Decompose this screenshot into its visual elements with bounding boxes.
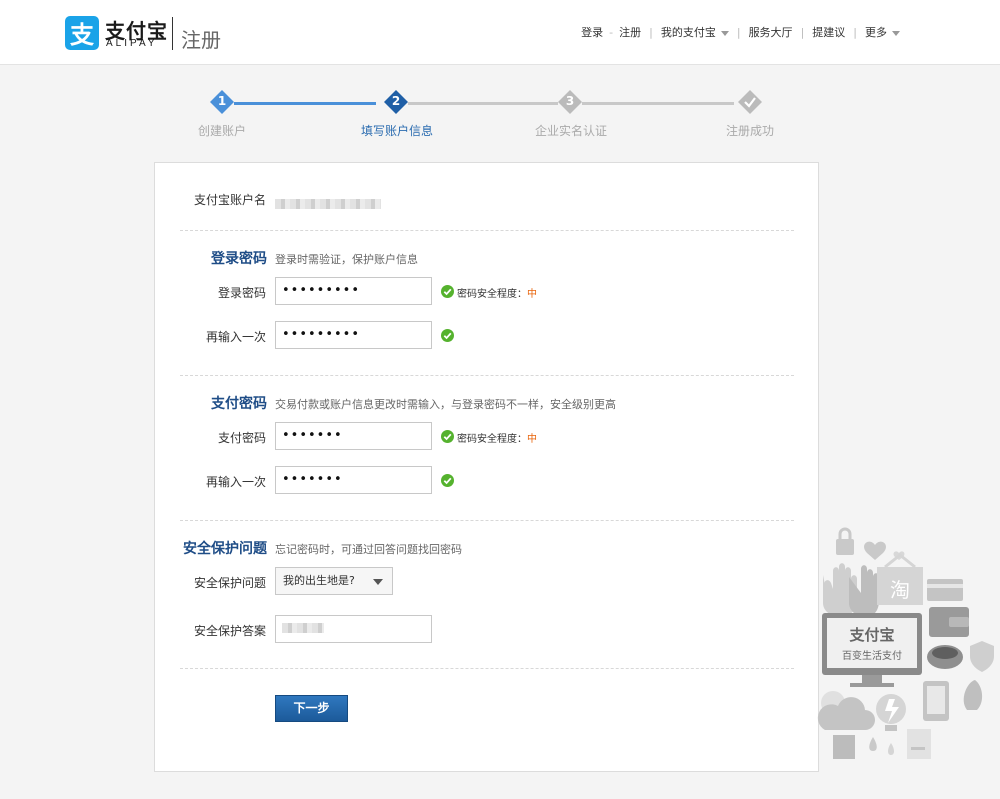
- step-2-number: 2: [391, 94, 401, 108]
- alipay-logo-icon[interactable]: 支: [65, 16, 99, 50]
- pay-password-strength: 密码安全程度：中: [457, 430, 537, 445]
- nav-my-alipay-label: 我的支付宝: [660, 26, 716, 39]
- promo-logo-text: 支付宝: [848, 626, 894, 644]
- tao-text: 淘: [890, 578, 910, 602]
- next-step-button[interactable]: 下一步: [275, 695, 348, 722]
- nav-separator: |: [800, 25, 805, 39]
- chevron-down-icon: [373, 579, 383, 585]
- section-divider: [180, 230, 794, 231]
- chevron-down-icon: [892, 30, 900, 36]
- checkmark-icon: [738, 90, 762, 114]
- pay-password-input[interactable]: •••••••: [275, 422, 432, 450]
- top-nav: 登录 - 注册 | 我的支付宝 | 服务大厅 | 提建议 | 更多: [581, 24, 900, 40]
- check-ok-icon: [441, 474, 454, 487]
- section-divider: [180, 375, 794, 376]
- strength-level: 中: [527, 289, 537, 300]
- strength-label: 密码安全程度：: [457, 289, 527, 300]
- pay-password-label: 支付密码: [217, 431, 266, 445]
- nav-login-link[interactable]: 登录: [581, 24, 603, 40]
- check-ok-icon: [441, 285, 454, 298]
- logo-divider: [172, 17, 173, 50]
- step-1-number: 1: [217, 94, 227, 108]
- section-divider: [180, 668, 794, 669]
- login-password-label: 登录密码: [217, 286, 266, 300]
- pay-password-hint: 交易付款或账户信息更改时需输入，与登录密码不一样，安全级别更高: [275, 398, 616, 411]
- nav-dot: -: [609, 25, 614, 39]
- check-ok-icon: [441, 329, 454, 342]
- login-password-confirm-label: 再输入一次: [205, 330, 266, 344]
- security-question-title: 安全保护问题: [183, 541, 267, 557]
- strength-label: 密码安全程度：: [457, 434, 527, 445]
- nav-more[interactable]: 更多: [865, 24, 900, 40]
- page-title: 注册: [181, 28, 221, 52]
- strength-level: 中: [527, 434, 537, 445]
- drop-icon: [888, 743, 894, 755]
- step-connector-todo: [582, 102, 734, 105]
- lock-icon: [836, 527, 854, 555]
- promo-illustration: 淘 支付宝 百变生活支付: [817, 527, 994, 759]
- leaf-icon: [963, 680, 983, 710]
- nav-separator: |: [736, 25, 741, 39]
- login-password-title: 登录密码: [211, 251, 267, 267]
- card-icon: [927, 579, 963, 601]
- login-password-strength: 密码安全程度：中: [457, 285, 537, 300]
- hand-icon: [849, 565, 879, 617]
- section-divider: [180, 520, 794, 521]
- progress-steps: 1 2 3 创建账户 填写账户信息 企业实名认证 注册成功: [0, 88, 1000, 148]
- shield-icon: [970, 641, 994, 672]
- nav-service-hall-link[interactable]: 服务大厅: [749, 24, 793, 40]
- step-1-node: 1: [210, 90, 234, 114]
- login-password-hint: 登录时需验证，保护账户信息: [275, 253, 418, 266]
- step-4-node: [738, 90, 762, 114]
- register-form: 支付宝账户名 登录密码 登录时需验证，保护账户信息 登录密码 •••••••••…: [154, 162, 819, 772]
- nav-separator: |: [853, 25, 857, 39]
- nav-more-label: 更多: [865, 26, 887, 39]
- security-question-hint: 忘记密码时，可通过回答问题找回密码: [275, 543, 462, 556]
- logo-en-text: ALIPAY: [106, 38, 158, 49]
- nav-separator: |: [649, 25, 653, 39]
- check-ok-icon: [441, 430, 454, 443]
- nav-suggest-link[interactable]: 提建议: [812, 24, 845, 40]
- nav-register-link[interactable]: 注册: [619, 24, 641, 40]
- step-2-label: 填写账户信息: [360, 124, 434, 138]
- security-question-value: 我的出生地是?: [283, 574, 355, 587]
- pay-password-confirm-input[interactable]: •••••••: [275, 466, 432, 494]
- chevron-down-icon: [720, 30, 729, 36]
- step-1-label: 创建账户: [197, 124, 247, 138]
- account-name-label: 支付宝账户名: [193, 193, 266, 207]
- step-2-node: 2: [384, 90, 408, 114]
- drop-icon: [869, 737, 877, 751]
- step-4-label: 注册成功: [725, 124, 775, 138]
- account-name-value: [275, 193, 381, 212]
- security-question-label: 安全保护问题: [193, 576, 266, 590]
- nav-my-alipay[interactable]: 我的支付宝: [661, 24, 729, 40]
- calendar-icon: [833, 735, 855, 759]
- security-question-select[interactable]: 我的出生地是?: [275, 567, 393, 595]
- step-3-node: 3: [558, 90, 582, 114]
- promo-tagline: 百变生活支付: [842, 649, 902, 662]
- svg-text:支: 支: [70, 21, 95, 49]
- login-password-input[interactable]: •••••••••: [275, 277, 432, 305]
- security-answer-input[interactable]: [275, 615, 432, 643]
- security-answer-label: 安全保护答案: [193, 624, 266, 638]
- header: 支 支付宝 ALIPAY 注册 登录 - 注册 | 我的支付宝 | 服务大厅 |…: [0, 0, 1000, 65]
- step-connector-todo: [408, 102, 558, 105]
- document-icon: [907, 729, 931, 759]
- step-3-label: 企业实名认证: [534, 124, 608, 138]
- pay-password-confirm-label: 再输入一次: [205, 475, 266, 489]
- heart-icon: [864, 541, 886, 560]
- step-connector-done: [234, 102, 376, 105]
- pay-password-title: 支付密码: [211, 396, 267, 412]
- step-3-number: 3: [565, 94, 575, 108]
- login-password-confirm-input[interactable]: •••••••••: [275, 321, 432, 349]
